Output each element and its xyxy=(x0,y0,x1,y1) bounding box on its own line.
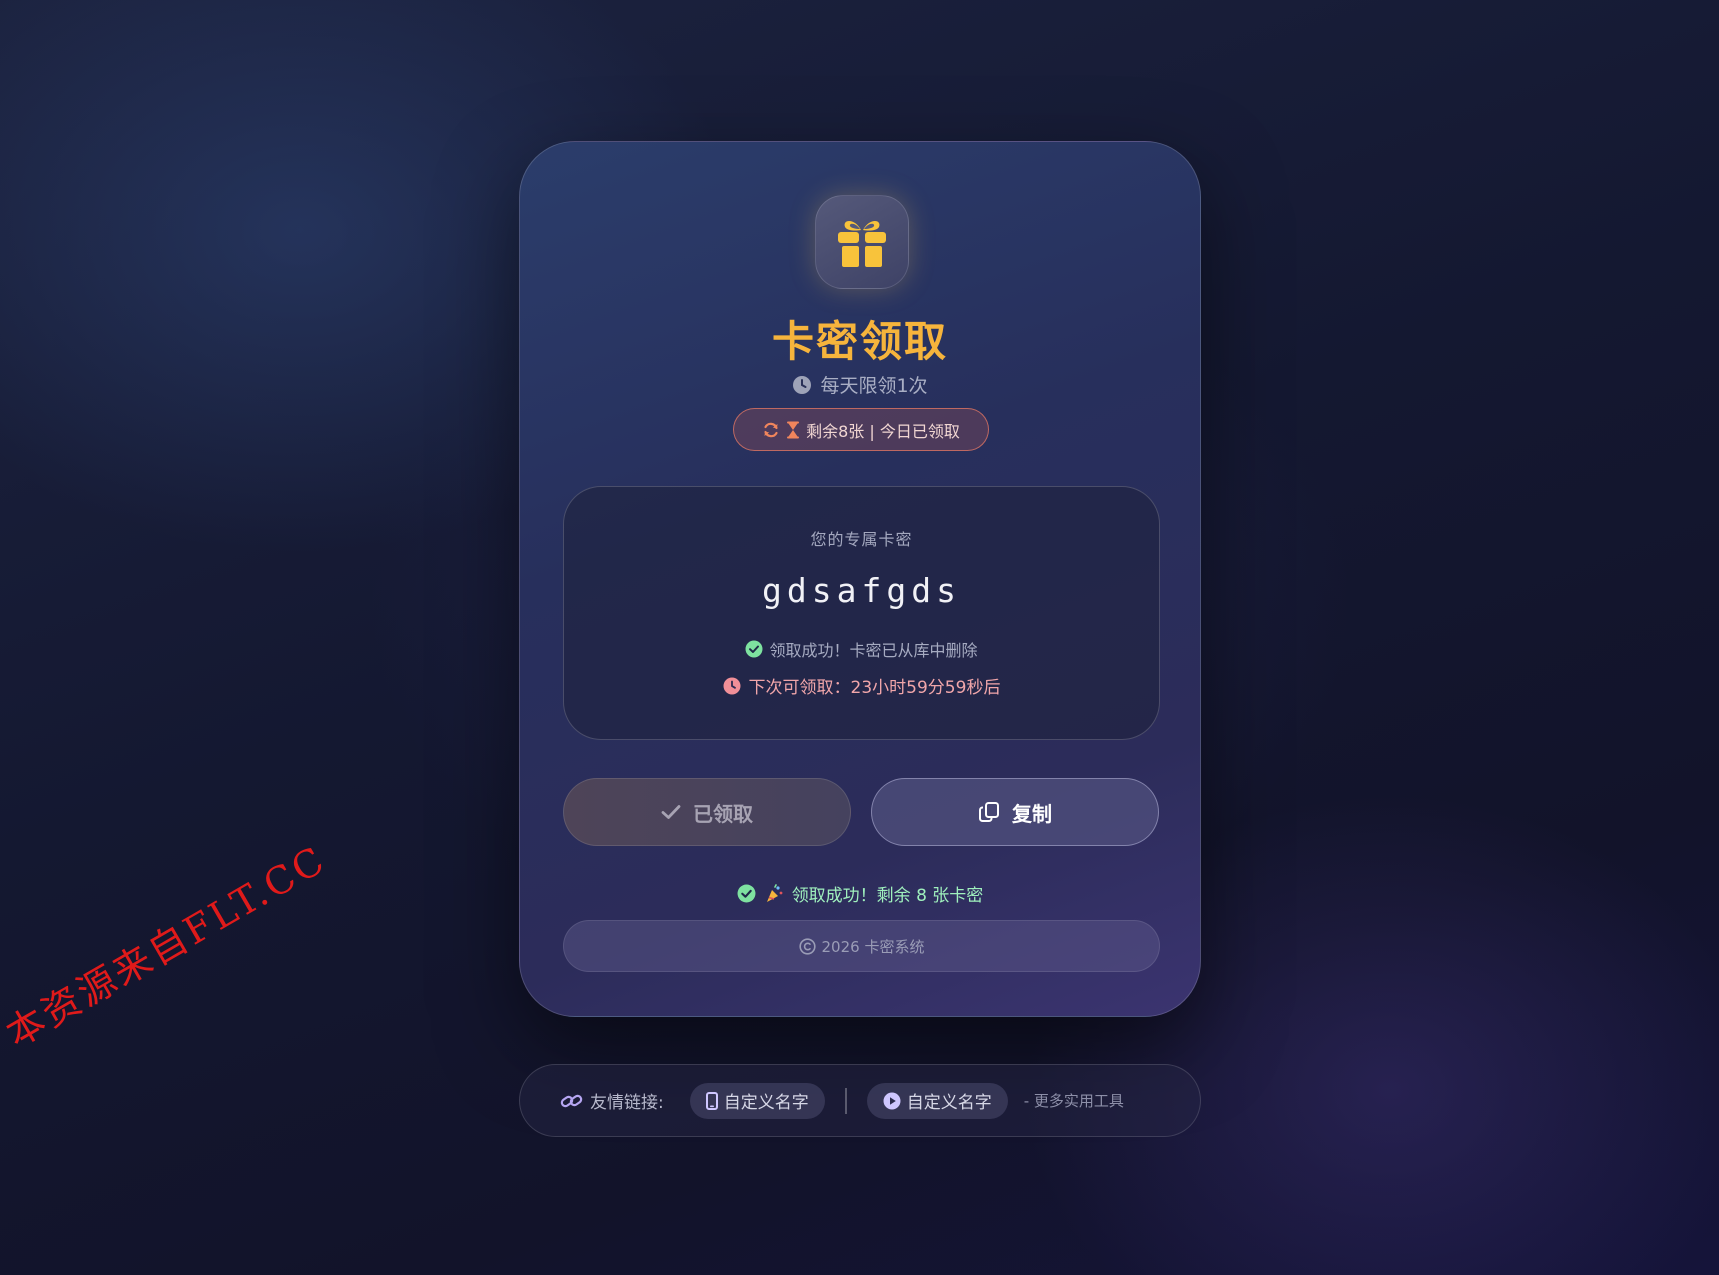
next-claim-timer: 下次可领取： 23小时59分59秒后 xyxy=(564,673,1159,698)
watermark-text: 本资源来自FLT.CC xyxy=(0,837,334,1056)
friend-link-1[interactable]: 自定义名字 xyxy=(689,1082,825,1119)
claim-card: 卡密领取 每天限领1次 剩余8张 | 今日已领取 您的专属卡密 gdsafgds xyxy=(519,141,1201,1017)
code-label: 您的专属卡密 xyxy=(810,530,913,549)
copyright-footer: 2026 卡密系统 xyxy=(563,920,1160,972)
claimed-button-label: 已领取 xyxy=(693,801,753,826)
claim-success-note: 领取成功！卡密已从库中删除 xyxy=(564,637,1159,661)
status-text: 剩余8张 | 今日已领取 xyxy=(806,421,960,441)
copy-button-label: 复制 xyxy=(1012,801,1052,826)
links-divider xyxy=(844,1087,847,1114)
friend-link-2-label: 自定义名字 xyxy=(906,1093,992,1113)
page-title: 卡密领取 xyxy=(771,317,948,366)
mobile-icon xyxy=(705,1091,718,1110)
refresh-icon xyxy=(764,422,778,437)
clock-icon xyxy=(793,375,812,394)
party-popper-icon xyxy=(766,883,783,902)
more-tools-text: - 更多实用工具 xyxy=(1023,1092,1124,1110)
copyright-icon xyxy=(798,937,816,955)
next-claim-label: 下次可领取： xyxy=(748,678,851,698)
copyright-text: 2026 卡密系统 xyxy=(821,937,925,956)
check-circle-icon xyxy=(737,884,756,903)
link-icon xyxy=(560,1094,583,1107)
code-panel: 您的专属卡密 gdsafgds 领取成功！卡密已从库中删除 下次可领取： 23小时… xyxy=(563,486,1160,740)
friend-links-text: 友情链接: xyxy=(590,1093,664,1113)
card-code[interactable]: gdsafgds xyxy=(564,571,1159,610)
hourglass-icon xyxy=(787,421,800,438)
clock-icon xyxy=(723,677,741,694)
gift-badge xyxy=(815,195,909,289)
check-icon xyxy=(661,805,681,819)
check-circle-icon xyxy=(745,640,763,658)
play-icon xyxy=(883,1092,901,1109)
copy-icon xyxy=(979,802,999,822)
result-message: 领取成功！剩余 8 张卡密 xyxy=(520,881,1200,906)
friend-links-bar: 友情链接: 自定义名字 自定义名字 - 更多实用工具 xyxy=(519,1064,1201,1137)
claim-success-text: 领取成功！卡密已从库中删除 xyxy=(769,641,978,660)
limit-info: 每天限领1次 xyxy=(520,371,1200,398)
status-badge: 剩余8张 | 今日已领取 xyxy=(733,408,989,451)
next-claim-countdown: 23小时59分59秒后 xyxy=(850,678,1001,698)
claimed-button[interactable]: 已领取 xyxy=(563,778,851,846)
friend-link-2[interactable]: 自定义名字 xyxy=(866,1082,1008,1119)
gift-icon xyxy=(838,220,886,267)
copy-button[interactable]: 复制 xyxy=(871,778,1159,846)
friend-links-label: 友情链接: xyxy=(560,1088,664,1113)
limit-text: 每天限领1次 xyxy=(820,375,928,397)
friend-link-1-label: 自定义名字 xyxy=(723,1093,809,1113)
result-text: 领取成功！剩余 8 张卡密 xyxy=(791,886,984,906)
